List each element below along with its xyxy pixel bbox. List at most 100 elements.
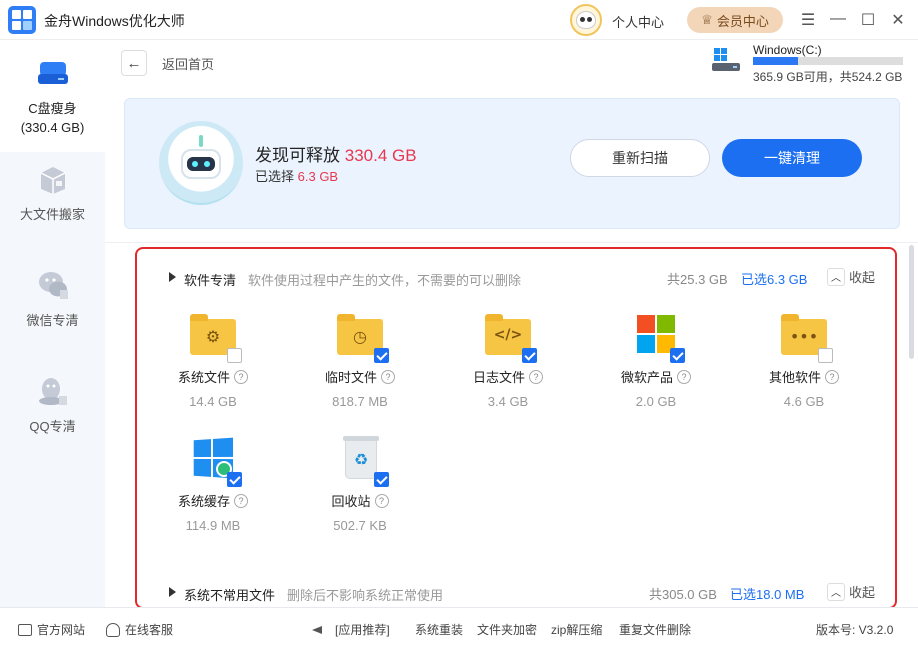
windows-drive-icon	[712, 48, 740, 71]
sidebar-item-wechat-clean[interactable]: 微信专清	[0, 268, 105, 338]
app-title: 金舟Windows优化大师	[44, 13, 185, 29]
caret-right-icon	[169, 272, 176, 282]
rescan-button[interactable]: 重新扫描	[570, 139, 710, 177]
tile-size: 14.4 GB	[189, 394, 237, 409]
vip-center-label: 会员中心	[716, 13, 769, 29]
tile-name: 临时文件	[324, 370, 377, 385]
panda-avatar-icon	[576, 11, 596, 29]
online-support-link[interactable]: 在线客服	[106, 621, 173, 638]
category-tile-recycle-bin[interactable]: ♻ 回收站? 502.7 KB	[305, 436, 415, 533]
sidebar-item-label: QQ专清	[29, 419, 76, 434]
divider	[105, 242, 918, 243]
close-icon[interactable]: ✕	[888, 10, 908, 30]
footer-link-folder-encrypt[interactable]: 文件夹加密	[477, 621, 537, 638]
found-releasable: 发现可释放 330.4 GB	[255, 141, 417, 166]
microsoft-icon	[637, 315, 675, 353]
collapse-button[interactable]: ︿ 收起	[827, 267, 875, 286]
arrow-left-icon: ←	[126, 54, 142, 72]
checkbox[interactable]	[374, 348, 389, 363]
checkbox[interactable]	[227, 348, 242, 363]
category-tile-temp-files[interactable]: ◷ 临时文件? 818.7 MB	[305, 314, 415, 409]
monitor-icon	[18, 623, 32, 636]
category-tile-other-software[interactable]: ••• 其他软件? 4.6 GB	[749, 314, 859, 409]
section-header-system-uncommon[interactable]: 系统不常用文件 删除后不影响系统正常使用 共305.0 GB 已选18.0 MB…	[137, 581, 895, 605]
headset-icon	[106, 622, 120, 637]
checkbox[interactable]	[818, 348, 833, 363]
official-website-link[interactable]: 官方网站	[18, 621, 85, 638]
help-icon[interactable]: ?	[825, 369, 839, 384]
collapse-label: 收起	[849, 585, 876, 600]
checkbox[interactable]	[670, 348, 685, 363]
footer-link-duplicate-delete[interactable]: 重复文件删除	[619, 621, 691, 638]
disk-usage-fill	[753, 57, 798, 65]
tile-size: 502.7 KB	[333, 518, 387, 533]
online-support-label: 在线客服	[125, 623, 174, 637]
footer-link-system-reinstall[interactable]: 系统重装	[415, 621, 463, 638]
sidebar-item-label: 大文件搬家	[19, 207, 85, 222]
category-tile-log-files[interactable]: </> 日志文件? 3.4 GB	[453, 314, 563, 409]
found-value: 330.4 GB	[344, 146, 417, 165]
scrollbar[interactable]	[909, 245, 914, 359]
sidebar-item-label: 微信专清	[26, 313, 79, 328]
section-title: 系统不常用文件	[184, 588, 276, 603]
section-selected: 已选18.0 MB	[730, 587, 805, 602]
recycle-bin-icon: ♻	[343, 436, 379, 479]
disk-total: 共524.2 GB	[839, 70, 903, 84]
disk-usage-bar	[753, 57, 903, 65]
app-logo-icon	[8, 6, 36, 34]
wechat-icon	[38, 272, 68, 299]
app-recommend-label: [应用推荐]	[335, 623, 390, 637]
qq-icon	[38, 378, 67, 405]
collapse-button[interactable]: ︿ 收起	[827, 582, 875, 601]
help-icon[interactable]: ?	[374, 493, 389, 508]
collapse-label: 收起	[849, 270, 876, 285]
selected-label: 已选择	[255, 169, 295, 184]
user-avatar[interactable]	[570, 4, 602, 36]
tile-size: 114.9 MB	[185, 518, 241, 533]
maximize-icon[interactable]: ☐	[858, 10, 878, 30]
help-icon[interactable]: ?	[677, 369, 691, 384]
disk-icon	[37, 62, 68, 84]
footer-link-zip[interactable]: zip解压缩	[551, 621, 602, 638]
sidebar-item-c-drive-slim[interactable]: C盘瘦身 (330.4 GB)	[0, 40, 105, 152]
back-button[interactable]: ←	[121, 50, 147, 76]
back-home-link[interactable]: 返回首页	[162, 54, 214, 73]
section-header-software[interactable]: 软件专清 软件使用过程中产生的文件，不需要的可以删除 共25.3 GB 已选6.…	[137, 266, 895, 290]
sidebar-item-large-file-move[interactable]: 大文件搬家	[0, 162, 105, 232]
user-center-link[interactable]: 个人中心	[612, 12, 664, 31]
section-description: 软件使用过程中产生的文件，不需要的可以删除	[248, 273, 522, 288]
vip-center-button[interactable]: ♕ 会员中心	[687, 7, 783, 33]
tile-name: 日志文件	[472, 370, 525, 385]
sidebar-item-label: C盘瘦身	[28, 101, 77, 116]
one-click-clean-button[interactable]: 一键清理	[722, 139, 862, 177]
menu-icon[interactable]: ☰	[798, 10, 818, 30]
megaphone-icon	[312, 623, 330, 637]
section-total: 共25.3 GB	[667, 272, 728, 287]
checkbox[interactable]	[522, 348, 537, 363]
help-icon[interactable]: ?	[234, 369, 248, 384]
app-recommend[interactable]: [应用推荐]	[312, 621, 390, 638]
footer-bar: 官方网站 在线客服 [应用推荐] 系统重装 文件夹加密 zip解压缩 重复文件删…	[0, 607, 918, 647]
robot-icon	[159, 121, 243, 205]
scan-summary-card: 发现可释放 330.4 GB 已选择 6.3 GB 重新扫描 一键清理	[124, 98, 900, 229]
tile-size: 3.4 GB	[487, 394, 529, 409]
minimize-icon[interactable]: —	[828, 10, 848, 28]
help-icon[interactable]: ?	[529, 369, 543, 384]
found-label: 发现可释放	[255, 146, 340, 165]
category-tile-microsoft-products[interactable]: 微软产品? 2.0 GB	[601, 315, 711, 409]
chevron-up-icon: ︿	[827, 267, 845, 286]
checkbox[interactable]	[374, 472, 389, 487]
category-tile-system-files[interactable]: ⚙ 系统文件? 14.4 GB	[158, 314, 268, 409]
checkbox[interactable]	[227, 472, 242, 487]
help-icon[interactable]: ?	[381, 369, 395, 384]
help-icon[interactable]: ?	[234, 493, 248, 508]
selected-summary: 已选择 6.3 GB	[255, 166, 338, 185]
sidebar-item-qq-clean[interactable]: QQ专清	[0, 374, 105, 444]
section-total: 共305.0 GB	[649, 587, 717, 602]
box-icon	[40, 167, 65, 194]
section-selected: 已选6.3 GB	[741, 272, 808, 287]
category-tile-system-cache[interactable]: 系统缓存? 114.9 MB	[158, 437, 268, 533]
version-label: 版本号: V3.2.0	[816, 623, 894, 637]
tile-name: 微软产品	[620, 370, 673, 385]
clean-category-list: 软件专清 软件使用过程中产生的文件，不需要的可以删除 共25.3 GB 已选6.…	[135, 247, 897, 609]
